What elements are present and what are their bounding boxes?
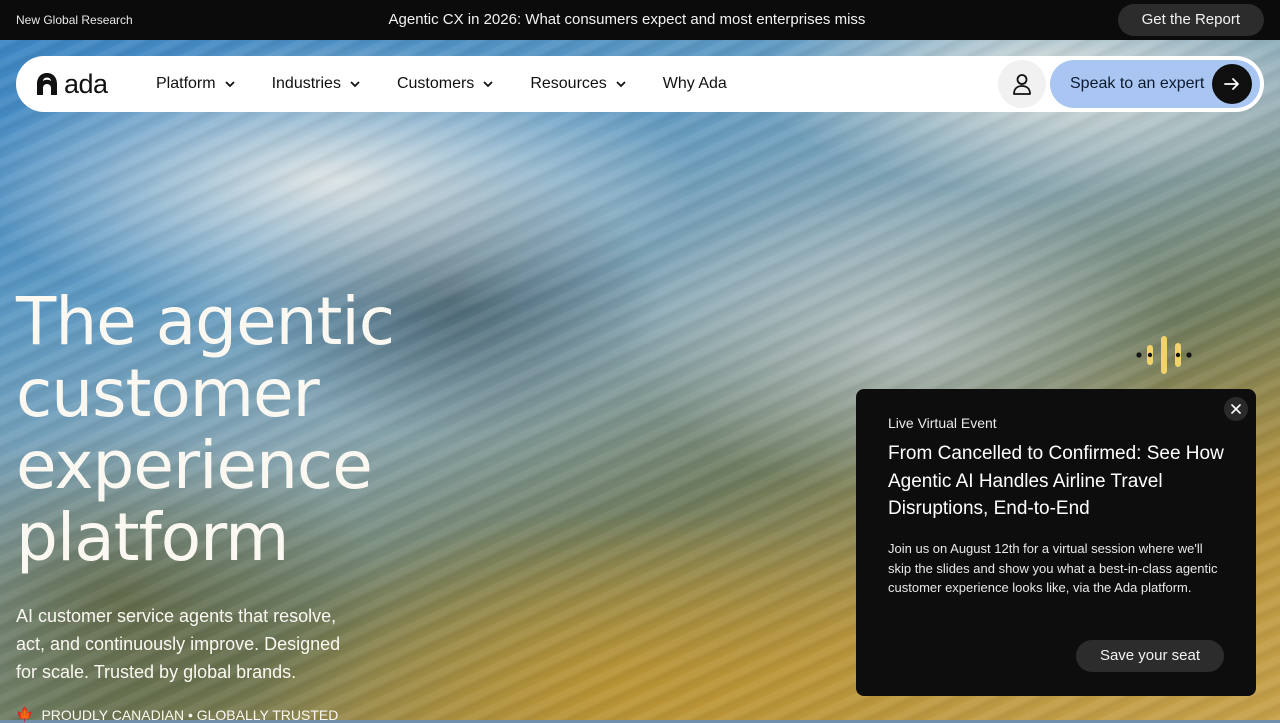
account-button[interactable] xyxy=(998,60,1046,108)
chevron-down-icon xyxy=(350,81,360,88)
popup-description: Join us on August 12th for a virtual ses… xyxy=(888,541,1218,595)
arrow-circle xyxy=(1212,64,1252,104)
nav-item-industries[interactable]: Industries xyxy=(272,75,361,93)
save-your-seat-button[interactable]: Save your seat xyxy=(1075,640,1224,672)
hero-title: The agentic customer experience platform xyxy=(16,283,395,576)
close-icon xyxy=(1231,404,1241,414)
user-icon xyxy=(1013,74,1031,95)
nav-item-label: Why Ada xyxy=(662,75,727,92)
chevron-down-icon xyxy=(224,81,235,88)
speak-to-expert-button[interactable]: Speak to an expert xyxy=(1050,60,1260,108)
main-navigation: ada Platform Industries Customers Resour… xyxy=(16,56,1264,112)
maple-leaf-icon: 🍁 xyxy=(16,706,34,722)
popup-title: From Cancelled to Confirmed: See How Age… xyxy=(888,443,1224,519)
hero-footnote-text: PROUDLY CANADIAN • GLOBALLY TRUSTED xyxy=(41,706,339,723)
popup-eyebrow: Live Virtual Event xyxy=(888,415,997,431)
nav-item-platform[interactable]: Platform xyxy=(156,75,236,93)
hero-footnote: 🍁 PROUDLY CANADIAN • GLOBALLY TRUSTED xyxy=(16,706,338,723)
nav-item-label: Resources xyxy=(530,75,607,92)
nav-item-resources[interactable]: Resources xyxy=(530,75,626,93)
announcement-banner: New Global Research Agentic CX in 2026: … xyxy=(0,0,1280,40)
ada-logo[interactable]: ada xyxy=(36,69,108,99)
chevron-down-icon xyxy=(616,81,626,88)
voice-waveform-icon xyxy=(1136,336,1192,374)
nav-item-label: Customers xyxy=(396,75,475,92)
nav-item-label: Industries xyxy=(271,75,341,92)
nav-menu: Platform Industries Customers Resources … xyxy=(156,56,763,112)
nav-item-label: Platform xyxy=(156,75,216,92)
voice-assistant-launcher[interactable] xyxy=(1134,334,1194,376)
get-report-button[interactable]: Get the Report xyxy=(1117,4,1264,36)
close-popup-button[interactable] xyxy=(1224,397,1248,421)
hero-subtitle: AI customer service agents that resolve,… xyxy=(16,606,341,682)
event-popup: Live Virtual Event From Cancelled to Con… xyxy=(856,389,1256,696)
arrow-right-icon xyxy=(1224,78,1239,90)
nav-item-why-ada[interactable]: Why Ada xyxy=(663,75,727,93)
chevron-down-icon xyxy=(483,81,493,88)
nav-item-customers[interactable]: Customers xyxy=(397,75,494,93)
logo-text: ada xyxy=(64,69,108,99)
banner-headline[interactable]: Agentic CX in 2026: What consumers expec… xyxy=(0,11,1254,28)
expert-button-label: Speak to an expert xyxy=(1070,75,1205,92)
ada-logo-icon xyxy=(37,73,57,95)
